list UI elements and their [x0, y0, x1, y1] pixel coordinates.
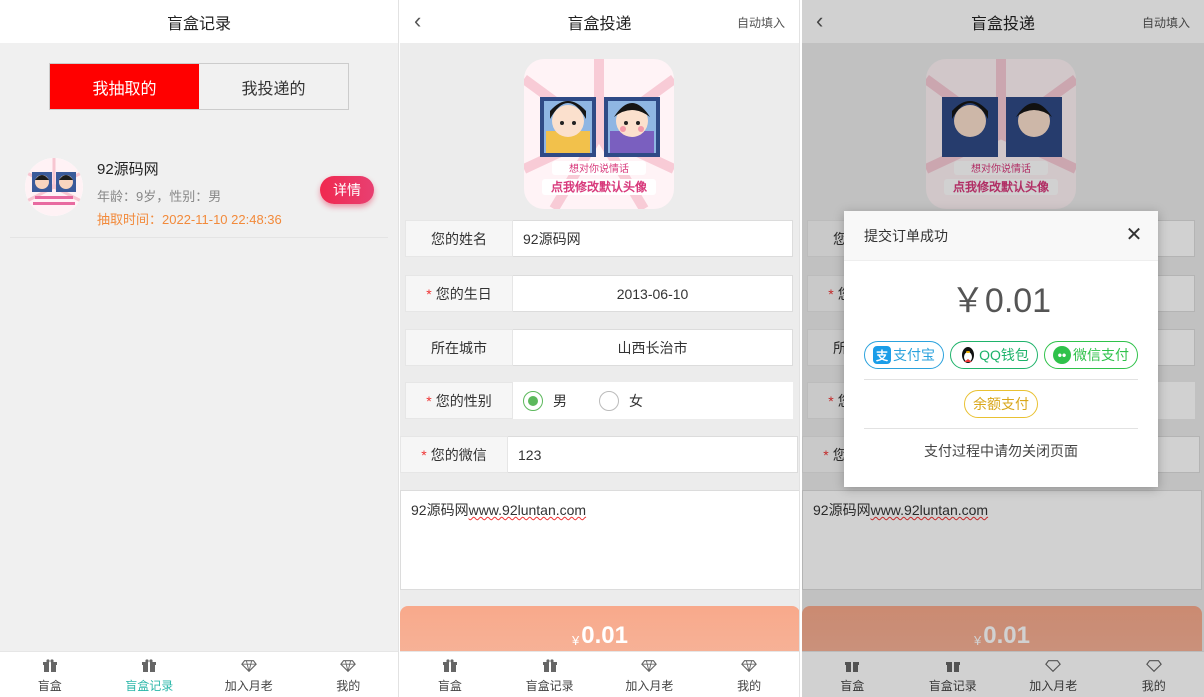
page-title: 盲盒记录 — [166, 15, 231, 33]
wechat-label: * 您的微信 — [400, 436, 508, 473]
alipay-icon: 支 — [873, 346, 891, 364]
birthday-row: *您的生日 2013-06-10 — [405, 275, 793, 312]
tab-label: 我的 — [336, 679, 361, 693]
wechat-row: *您的微信 123 — [400, 436, 798, 473]
wechat-icon: •• — [1053, 346, 1071, 364]
message-textarea[interactable]: 92源码网www.92luntan.com — [400, 490, 799, 590]
gender-row: * 您的性别 男 女 — [405, 382, 793, 419]
close-icon[interactable]: ✕ — [1124, 225, 1144, 245]
gender-options: 男 女 — [513, 382, 793, 419]
wechat-pay-button[interactable]: •• 微信支付 — [1044, 341, 1138, 369]
tab-join[interactable]: 加入月老 — [600, 652, 700, 697]
record-name: 92源码网 — [97, 161, 159, 178]
tab-blindbox[interactable]: 盲盒 — [400, 652, 500, 697]
payment-methods: 支 支付宝 QQ钱包 •• 微信支付 — [844, 341, 1158, 369]
gender-male-radio[interactable]: 男 — [523, 390, 567, 411]
diamond-icon — [641, 658, 658, 674]
wechat-field[interactable]: 123 — [508, 436, 798, 473]
tab-drawn[interactable]: 我抽取的 — [50, 64, 199, 109]
diamond-icon — [340, 658, 357, 674]
birthday-field[interactable]: 2013-06-10 — [513, 275, 793, 312]
payment-modal: 提交订单成功 ✕ ￥0.01 支 支付宝 QQ钱包 •• 微信支付 余额支付 支… — [844, 211, 1158, 487]
city-label: 所在城市 — [405, 329, 513, 366]
tab-label: 盲盒记录 — [125, 679, 174, 693]
page-title: 盲盒投递 — [567, 15, 632, 33]
payment-screen: ‹ 盲盒投递 自动填入 想对你说情话 点我修改默认头像 您的姓名 92源码网 — [802, 0, 1204, 697]
name-field[interactable]: 92源码网 — [513, 220, 793, 257]
submit-screen: ‹ 盲盒投递 自动填入 想对你说情话 点我修改默认头像 您的姓名 92源码网 *… — [400, 0, 800, 697]
gift-icon — [42, 658, 58, 674]
tab-mine[interactable]: 我的 — [299, 652, 399, 697]
avatar-image[interactable]: 想对你说情话 点我修改默认头像 — [524, 59, 674, 209]
tab-mine[interactable]: 我的 — [699, 652, 799, 697]
avatar-caption-1: 想对你说情话 — [569, 162, 629, 175]
tab-records[interactable]: 盲盒记录 — [500, 652, 600, 697]
detail-button[interactable]: 详情 — [320, 176, 374, 204]
penguin-icon — [959, 346, 977, 364]
diamond-icon — [240, 658, 257, 674]
city-field[interactable]: 山西长治市 — [513, 329, 793, 366]
balance-row: 余额支付 — [844, 390, 1158, 418]
record-time: 抽取时间：2022-11-10 22:48:36 — [97, 212, 282, 227]
balance-pay-button[interactable]: 余额支付 — [964, 390, 1038, 418]
modal-price: ￥0.01 — [950, 282, 1052, 320]
avatar-caption-2: 点我修改默认头像 — [551, 179, 648, 194]
tab-sent[interactable]: 我投递的 — [199, 64, 348, 109]
qq-wallet-button[interactable]: QQ钱包 — [950, 341, 1038, 369]
city-row: 所在城市 山西长治市 — [405, 329, 793, 366]
radio-unchecked-icon — [599, 390, 619, 411]
name-row: 您的姓名 92源码网 — [405, 220, 793, 257]
gift-icon — [141, 658, 157, 674]
alipay-button[interactable]: 支 支付宝 — [864, 341, 944, 369]
tab-label: 加入月老 — [224, 679, 273, 693]
gender-female-radio[interactable]: 女 — [599, 390, 643, 411]
record-avatar — [25, 158, 83, 216]
records-screen: 盲盒记录 我抽取的 我投递的 92源码网 年龄：9岁，性别：男 抽取时间：202… — [0, 0, 399, 697]
record-item[interactable]: 92源码网 年龄：9岁，性别：男 抽取时间：2022-11-10 22:48:3… — [10, 148, 388, 238]
tab-bar: 盲盒 盲盒记录 加入月老 我的 — [400, 651, 799, 697]
tab-records[interactable]: 盲盒记录 — [100, 652, 200, 697]
divider — [864, 379, 1138, 380]
records-header: 盲盒记录 — [0, 0, 398, 43]
tab-bar: 盲盒 盲盒记录 加入月老 我的 — [0, 651, 398, 697]
diamond-icon — [741, 658, 757, 674]
birthday-label: * 您的生日 — [405, 275, 513, 312]
divider — [864, 428, 1138, 429]
tab-label: 盲盒 — [37, 679, 62, 693]
tab-join[interactable]: 加入月老 — [199, 652, 299, 697]
records-segment: 我抽取的 我投递的 — [49, 63, 349, 110]
submit-header: ‹ 盲盒投递 自动填入 — [400, 0, 799, 43]
gift-icon — [542, 658, 558, 674]
autofill-button[interactable]: 自动填入 — [737, 14, 785, 31]
modal-title: 提交订单成功 — [844, 211, 1158, 261]
gift-icon — [442, 658, 458, 674]
record-meta: 年龄：9岁，性别：男 — [97, 189, 222, 204]
back-icon[interactable]: ‹ — [414, 10, 436, 32]
gender-label: * 您的性别 — [405, 382, 513, 419]
name-label: 您的姓名 — [405, 220, 513, 257]
payment-note: 支付过程中请勿关闭页面 — [924, 443, 1078, 459]
tab-blindbox[interactable]: 盲盒 — [0, 652, 100, 697]
radio-checked-icon — [523, 390, 543, 411]
